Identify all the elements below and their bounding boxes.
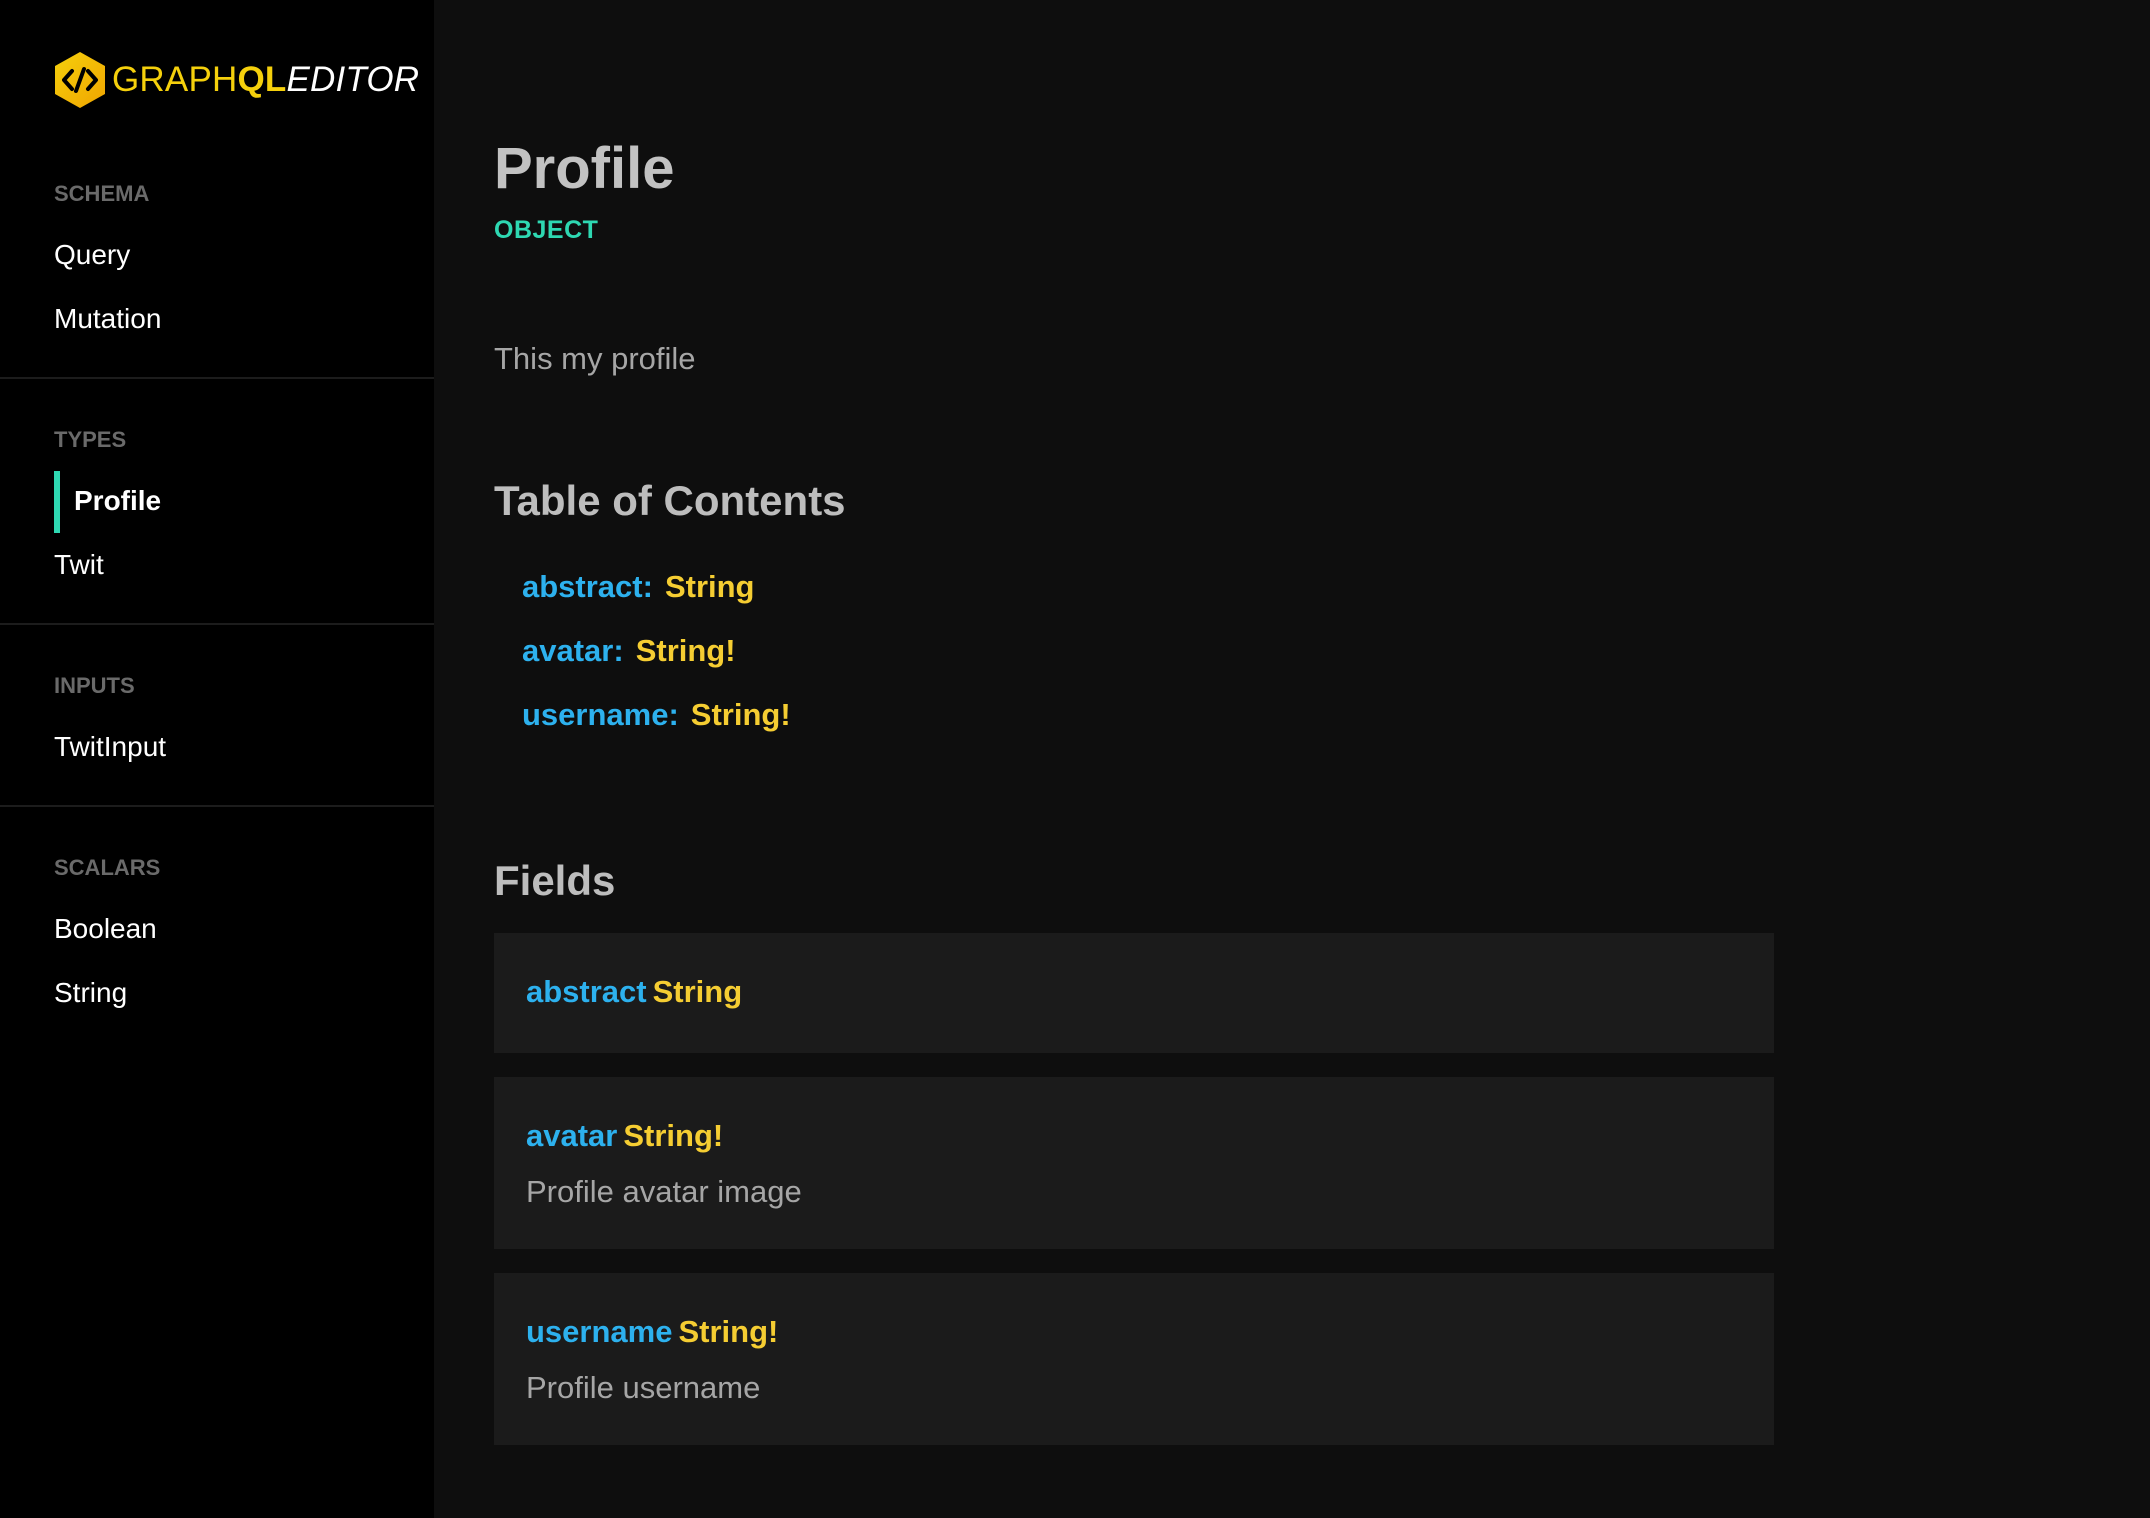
sidebar-item-profile[interactable]: Profile [54,469,434,533]
page-title: Profile [494,136,675,201]
field-card-username: username String! Profile username [494,1273,1774,1445]
nav-heading-inputs: INPUTS [54,673,135,698]
sidebar-item-query[interactable]: Query [54,223,434,287]
field-name[interactable]: avatar [526,1118,617,1153]
field-signature: avatar String! [526,1113,1742,1159]
type-kind-badge: OBJECT [494,216,599,244]
main-content: Profile OBJECT This my profile Table of … [434,0,2150,1518]
brand-name-graph: GRAPH [112,60,238,99]
field-name[interactable]: username [526,1314,672,1349]
graphql-editor-logo-icon [55,51,105,108]
sidebar-item-string[interactable]: String [54,961,434,1025]
field-description: Profile username [526,1370,761,1405]
brand-name-ql: QL [237,60,287,99]
sidebar: GRAPHQLEDITOR SCHEMA Query Mutation TYPE… [0,0,434,1518]
field-type[interactable]: String! [678,1314,778,1349]
type-description: This my profile [494,341,696,376]
fields-heading: Fields [494,857,616,904]
toc-item-username[interactable]: username: String! [522,683,2150,747]
toc-heading: Table of Contents [494,477,846,524]
sidebar-item-boolean[interactable]: Boolean [54,897,434,961]
brand-logo[interactable]: GRAPHQLEDITOR [54,51,434,108]
nav-section-schema: SCHEMA Query Mutation [0,175,434,379]
brand-name-editor: EDITOR [286,60,420,99]
app-root: GRAPHQLEDITOR SCHEMA Query Mutation TYPE… [0,0,2150,1518]
field-name[interactable]: abstract [526,974,647,1009]
toc-field-type[interactable]: String! [691,697,791,732]
toc-field-type[interactable]: String [665,569,755,604]
toc-field-type[interactable]: String! [636,633,736,668]
nav-heading-types: TYPES [54,427,127,452]
toc-list: abstract: String avatar: String! username:… [494,555,2150,747]
nav-section-inputs: INPUTS TwitInput [0,625,434,807]
toc-item-avatar[interactable]: avatar: String! [522,619,2150,683]
toc-field-name: abstract: [522,569,653,604]
sidebar-item-mutation[interactable]: Mutation [54,287,434,351]
nav-section-types: TYPES Profile Twit [0,379,434,625]
brand-name: GRAPHQLEDITOR [112,62,419,97]
toc-item-abstract[interactable]: abstract: String [522,555,2150,619]
field-type[interactable]: String! [623,1118,723,1153]
field-card-avatar: avatar String! Profile avatar image [494,1077,1774,1249]
nav-section-scalars: SCALARS Boolean String [0,807,434,1051]
field-signature: username String! [526,1309,1742,1355]
nav-heading-scalars: SCALARS [54,855,161,880]
field-type[interactable]: String [653,974,743,1009]
toc-field-name: username: [522,697,679,732]
sidebar-item-twit[interactable]: Twit [54,533,434,597]
fields-list: abstract String avatar String! Profile ava… [494,933,2150,1445]
sidebar-item-twitinput[interactable]: TwitInput [54,715,434,779]
field-card-abstract: abstract String [494,933,1774,1053]
field-description: Profile avatar image [526,1174,802,1209]
nav-heading-schema: SCHEMA [54,181,150,206]
toc-field-name: avatar: [522,633,624,668]
field-signature: abstract String [526,969,1742,1015]
